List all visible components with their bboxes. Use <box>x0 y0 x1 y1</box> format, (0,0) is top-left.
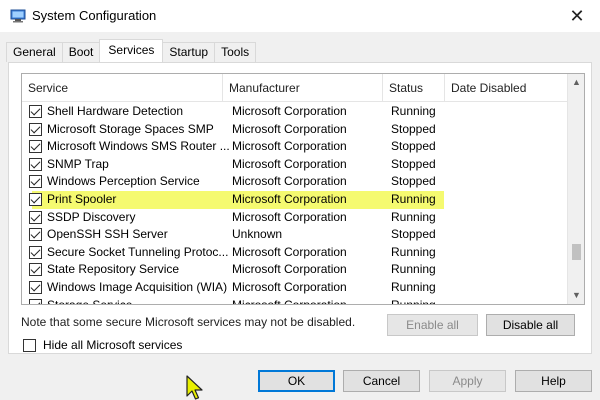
table-row[interactable]: Storage Service Microsoft Corporation Runn… <box>22 297 568 305</box>
cancel-button[interactable]: Cancel <box>343 370 420 392</box>
table-row[interactable]: Microsoft Windows SMS Router ... Microsof… <box>22 138 568 156</box>
service-manufacturer: Microsoft Corporation <box>232 104 347 118</box>
table-row[interactable]: OpenSSH SSH Server Unknown Stopped <box>22 226 568 244</box>
service-checkbox[interactable] <box>29 105 42 118</box>
service-name: SNMP Trap <box>47 156 109 171</box>
service-status: Running <box>391 104 436 118</box>
table-row[interactable]: SNMP Trap Microsoft Corporation Stopped <box>22 156 568 174</box>
column-header-service[interactable]: Service <box>22 74 223 102</box>
column-header-date-disabled[interactable]: Date Disabled <box>445 74 568 102</box>
service-manufacturer: Microsoft Corporation <box>232 244 347 259</box>
ok-button[interactable]: OK <box>258 370 335 392</box>
service-name: Windows Image Acquisition (WIA) <box>47 279 228 294</box>
service-manufacturer: Unknown <box>232 227 283 242</box>
service-manufacturer: Microsoft Corporation <box>232 174 347 189</box>
table-row[interactable]: SSDP Discovery Microsoft Corporation Runni… <box>22 209 568 227</box>
service-status: Running <box>391 262 436 277</box>
scrollbar-thumb[interactable] <box>572 244 581 260</box>
services-panel: Service Manufacturer Status Date Disable… <box>8 62 592 354</box>
tab-strip: General Boot Services Startup Tools <box>6 39 257 62</box>
service-checkbox[interactable] <box>29 175 42 189</box>
service-status: Running <box>391 191 436 206</box>
service-checkbox[interactable] <box>29 298 42 304</box>
service-manufacturer: Microsoft Corporation <box>232 262 347 277</box>
service-name: Windows Perception Service <box>47 174 200 189</box>
tab-tools[interactable]: Tools <box>214 42 257 62</box>
list-header: Service Manufacturer Status Date Disable… <box>22 74 568 102</box>
table-row[interactable]: Shell Hardware Detection Microsoft Corpor… <box>22 103 568 121</box>
service-manufacturer: Microsoft Corporation <box>232 297 347 305</box>
service-name: Microsoft Windows SMS Router ... <box>47 139 230 154</box>
service-status: Stopped <box>391 174 436 189</box>
dialog-body: General Boot Services Startup Tools Serv… <box>0 32 600 400</box>
service-name: Microsoft Storage Spaces SMP <box>47 121 214 136</box>
disable-all-button[interactable]: Disable all <box>486 314 575 336</box>
mouse-cursor-icon <box>186 375 203 400</box>
table-row[interactable]: Secure Socket Tunneling Protoc... Microso… <box>22 244 568 262</box>
table-row[interactable]: Windows Image Acquisition (WIA) Microsoft… <box>22 279 568 297</box>
service-status: Running <box>391 297 436 305</box>
title-bar: System Configuration ✕ <box>0 0 600 32</box>
service-checkbox[interactable] <box>29 140 42 154</box>
service-name: Shell Hardware Detection <box>47 104 184 118</box>
system-configuration-icon <box>10 9 26 23</box>
tab-boot[interactable]: Boot <box>61 42 101 62</box>
service-manufacturer: Microsoft Corporation <box>232 139 347 154</box>
column-header-status[interactable]: Status <box>383 74 445 102</box>
service-name: Print Spooler <box>47 191 117 206</box>
window-title: System Configuration <box>32 8 157 23</box>
scroll-down-icon[interactable]: ▼ <box>568 287 584 304</box>
service-name: State Repository Service <box>47 262 180 277</box>
service-checkbox[interactable] <box>29 228 42 242</box>
service-status: Stopped <box>391 121 436 136</box>
service-checkbox[interactable] <box>29 245 42 259</box>
vertical-scrollbar[interactable]: ▲ ▼ <box>567 74 584 304</box>
service-checkbox[interactable] <box>29 192 42 206</box>
service-rows: Shell Hardware Detection Microsoft Corpor… <box>22 103 568 305</box>
service-status: Running <box>391 279 436 294</box>
table-row[interactable]: Print Spooler Microsoft Corporation Runnin… <box>22 190 568 209</box>
service-checkbox[interactable] <box>29 122 42 136</box>
service-name: OpenSSH SSH Server <box>47 227 168 242</box>
service-status: Stopped <box>391 139 436 154</box>
tab-services[interactable]: Services <box>99 39 164 62</box>
service-name: SSDP Discovery <box>47 209 136 224</box>
hide-microsoft-services-label: Hide all Microsoft services <box>43 338 183 352</box>
tab-general[interactable]: General <box>6 42 63 62</box>
table-row[interactable]: State Repository Service Microsoft Corpor… <box>22 261 568 279</box>
apply-button[interactable]: Apply <box>429 370 506 392</box>
service-checkbox[interactable] <box>29 280 42 294</box>
tab-startup[interactable]: Startup <box>162 42 216 62</box>
secure-services-note: Note that some secure Microsoft services… <box>21 315 356 329</box>
scroll-up-icon[interactable]: ▲ <box>568 74 584 91</box>
service-manufacturer: Microsoft Corporation <box>232 191 347 206</box>
service-name: Secure Socket Tunneling Protoc... <box>47 244 229 259</box>
service-manufacturer: Microsoft Corporation <box>232 156 347 171</box>
service-checkbox[interactable] <box>29 263 42 277</box>
service-manufacturer: Microsoft Corporation <box>232 121 347 136</box>
service-checkbox[interactable] <box>29 210 42 224</box>
close-icon[interactable]: ✕ <box>554 0 600 32</box>
service-checkbox[interactable] <box>29 157 42 171</box>
service-status: Running <box>391 209 436 224</box>
help-button[interactable]: Help <box>515 370 592 392</box>
column-header-manufacturer[interactable]: Manufacturer <box>223 74 383 102</box>
table-row[interactable]: Windows Perception Service Microsoft Corp… <box>22 173 568 191</box>
services-list[interactable]: Service Manufacturer Status Date Disable… <box>21 73 585 305</box>
service-manufacturer: Microsoft Corporation <box>232 209 347 224</box>
table-row[interactable]: Microsoft Storage Spaces SMP Microsoft Co… <box>22 121 568 139</box>
service-status: Stopped <box>391 227 436 242</box>
service-manufacturer: Microsoft Corporation <box>232 279 347 294</box>
enable-all-button[interactable]: Enable all <box>387 314 478 336</box>
service-name: Storage Service <box>47 297 133 305</box>
service-status: Running <box>391 244 436 259</box>
hide-microsoft-services-checkbox[interactable] <box>23 339 36 352</box>
service-status: Stopped <box>391 156 436 171</box>
